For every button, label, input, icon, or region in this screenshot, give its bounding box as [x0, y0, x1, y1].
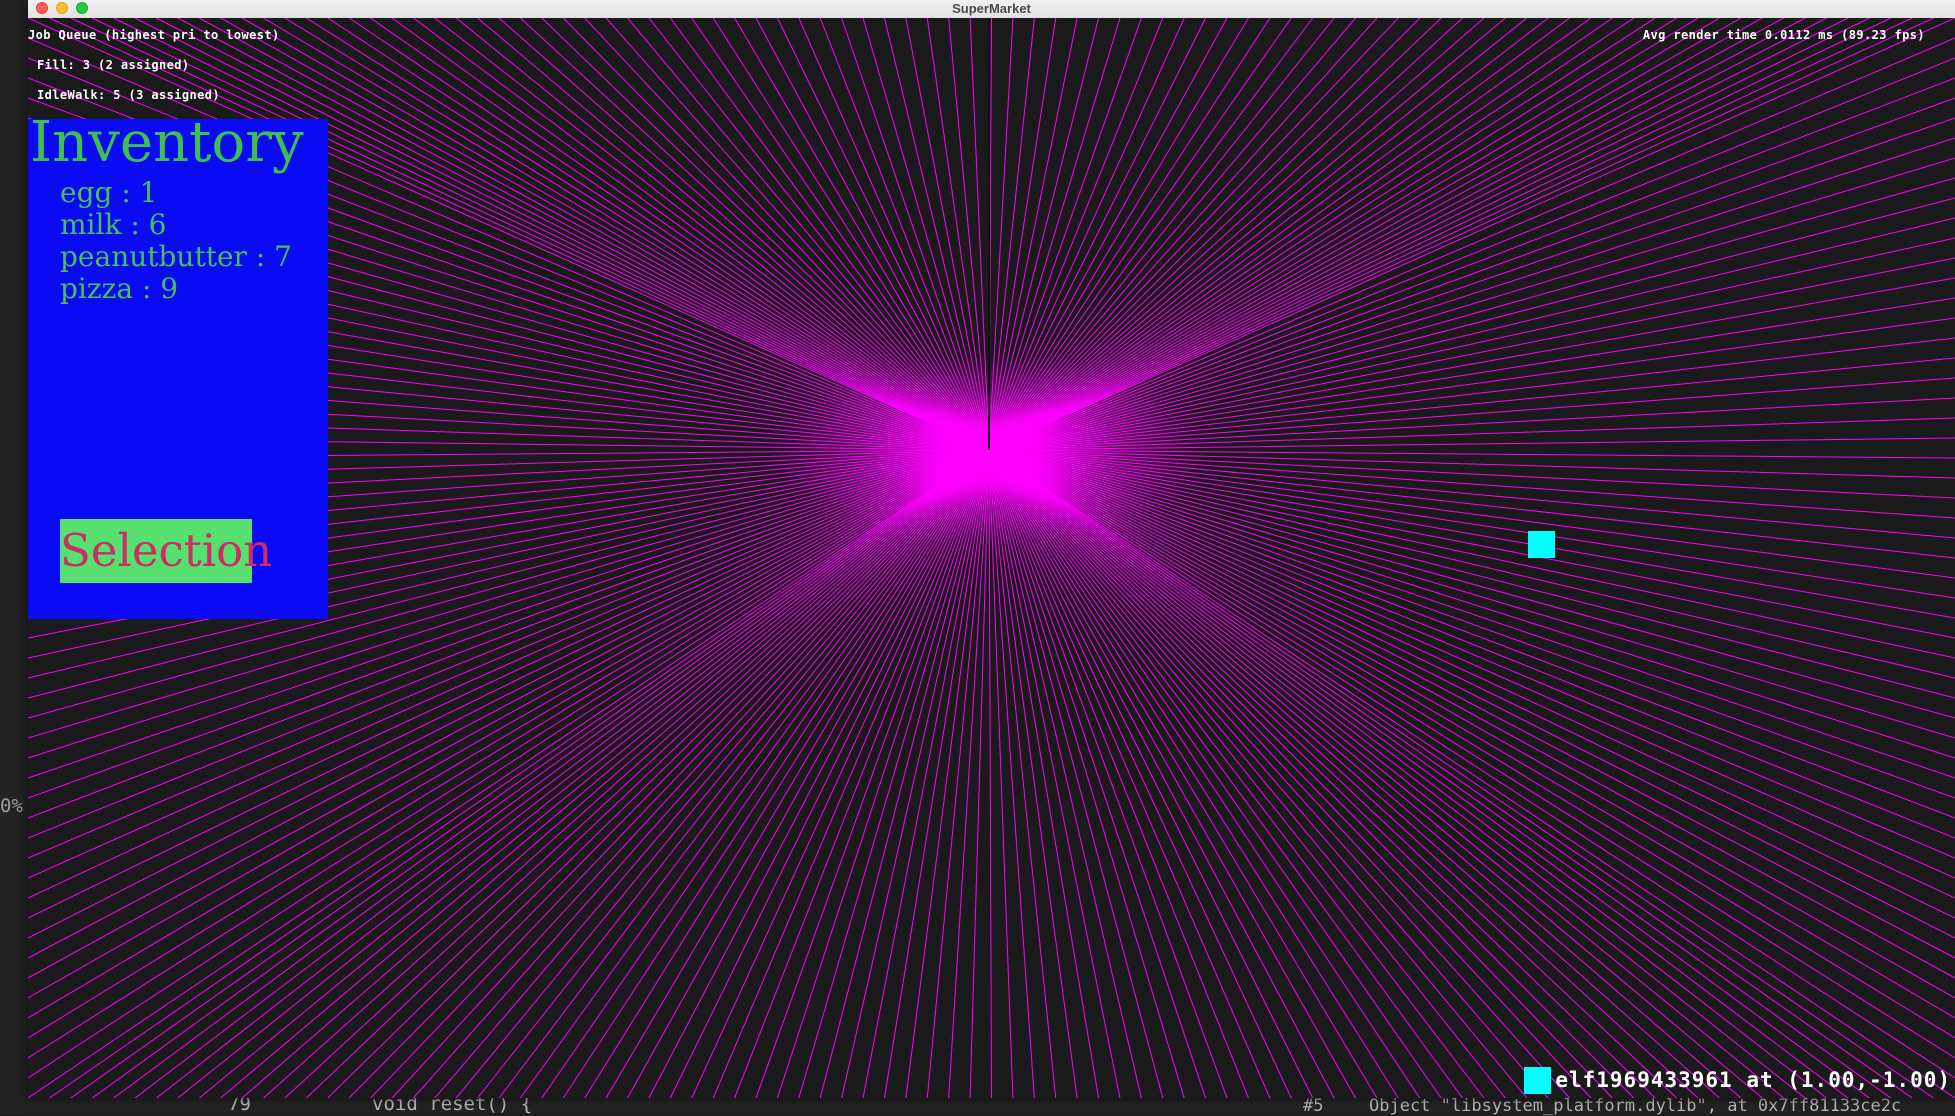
- floor-ray: [988, 449, 1934, 1098]
- inventory-title: Inventory: [30, 110, 304, 175]
- floor-ray: [988, 449, 1955, 1039]
- floor-ray: [584, 449, 990, 1098]
- floor-ray: [220, 449, 990, 1098]
- floor-ray: [988, 449, 1955, 939]
- entity-color-swatch: [1524, 1066, 1552, 1094]
- floor-ray: [988, 449, 1121, 1098]
- background-left-fragment: 0%: [0, 795, 23, 817]
- floor-ray: [541, 449, 990, 1098]
- floor-ray: [755, 449, 990, 1098]
- floor-ray: [988, 449, 1955, 979]
- floor-ray: [988, 449, 1506, 1098]
- floor-ray: [306, 449, 990, 1098]
- inventory-item-peanutbutter: peanutbutter : 7: [60, 240, 292, 273]
- floor-ray: [988, 449, 1955, 999]
- floor-ray: [988, 449, 1421, 1098]
- floor-ray: [988, 449, 1763, 1098]
- floor-ray: [327, 449, 990, 1098]
- floor-ray: [988, 449, 1292, 1098]
- job-queue-title: Job Queue (highest pri to lowest): [28, 28, 280, 42]
- floor-ray: [988, 449, 1955, 1019]
- inventory-item-milk: milk : 6: [60, 208, 167, 241]
- floor-ray: [434, 449, 990, 1098]
- window-title: SuperMarket: [952, 1, 1031, 16]
- floor-ray: [988, 449, 1463, 1098]
- floor-ray: [798, 449, 990, 1098]
- floor-ray: [988, 449, 1699, 1098]
- floor-ray: [988, 449, 1720, 1098]
- floor-ray: [988, 449, 1442, 1098]
- selection-button-label: Selection: [60, 524, 273, 577]
- floor-ray: [263, 449, 990, 1098]
- floor-ray: [988, 449, 1485, 1098]
- floor-ray: [948, 449, 990, 1098]
- entity-status-bar: elf1969433961 at (1.00,-1.00): [1524, 1066, 1951, 1094]
- floor-ray: [370, 449, 990, 1098]
- entity-status-text: elf1969433961 at (1.00,-1.00): [1555, 1068, 1951, 1092]
- floor-ray: [562, 449, 990, 1098]
- floor-ray: [348, 449, 990, 1098]
- floor-ray: [862, 449, 990, 1098]
- floor-ray: [988, 449, 1955, 959]
- floor-ray: [988, 449, 1870, 1098]
- floor-ray: [988, 449, 992, 1098]
- elf-entity-marker[interactable]: [1528, 531, 1555, 558]
- floor-ray: [988, 449, 1742, 1098]
- floor-ray: [988, 449, 1399, 1098]
- floor-ray: [988, 449, 1677, 1098]
- background-console-index: #5: [1303, 1096, 1324, 1116]
- floor-ray: [988, 449, 1955, 1059]
- floor-ray: [477, 449, 990, 1098]
- floor-ray: [988, 449, 1335, 1098]
- floor-ray: [734, 449, 990, 1098]
- floor-ray: [988, 449, 1378, 1098]
- floor-ray: [988, 449, 1271, 1098]
- render-time-readout: Avg render time 0.0112 ms (89.23 fps): [1642, 28, 1925, 42]
- job-fill-entry: Fill: 3 (2 assigned): [37, 58, 190, 72]
- floor-ray: [988, 449, 1314, 1098]
- job-idlewalk-entry: IdleWalk: 5 (3 assigned): [37, 88, 220, 102]
- floor-ray: [988, 449, 1014, 1098]
- floor-ray: [988, 449, 1656, 1098]
- floor-ray: [988, 449, 1913, 1098]
- floor-ray: [391, 449, 990, 1098]
- inventory-item-pizza: pizza : 9: [60, 272, 179, 305]
- floor-ray: [988, 449, 1078, 1098]
- floor-ray: [241, 449, 990, 1098]
- floor-ray: [988, 449, 1955, 1098]
- inventory-panel: Inventory egg : 1 milk : 6 peanutbutter …: [28, 110, 328, 619]
- background-console-text: Object "libsystem_platform.dylib", at 0x…: [1369, 1096, 1902, 1116]
- floor-ray: [988, 449, 1549, 1098]
- title-bar[interactable]: SuperMarket: [28, 0, 1955, 19]
- game-viewport[interactable]: Job Queue (highest pri to lowest) Fill: …: [28, 18, 1955, 1098]
- floor-ray: [455, 449, 990, 1098]
- floor-ray: [988, 449, 1592, 1098]
- inventory-item-egg: egg : 1: [60, 176, 158, 209]
- supermarket-window: SuperMarket Job Queue (highest pri to lo…: [28, 0, 1955, 1098]
- inventory-list: egg : 1 milk : 6 peanutbutter : 7 pizza …: [60, 177, 292, 305]
- floor-ray: [413, 449, 990, 1098]
- floor-ray: [988, 449, 1057, 1098]
- floor-ray: [627, 449, 990, 1098]
- selection-button[interactable]: Selection: [60, 519, 272, 583]
- floor-ray: [988, 449, 1827, 1098]
- floor-ray: [988, 449, 1806, 1098]
